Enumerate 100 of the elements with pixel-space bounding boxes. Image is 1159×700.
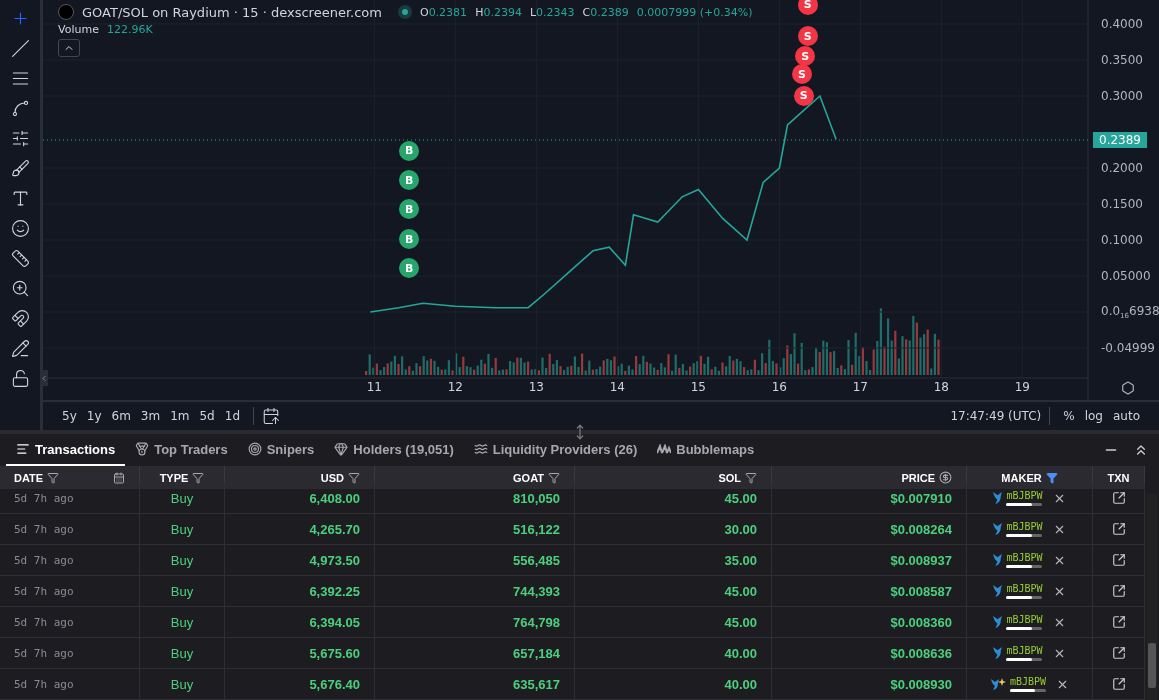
filter-icon[interactable] (745, 471, 757, 484)
maker-address-link[interactable]: mBJBPW (1006, 490, 1043, 501)
price-axis-label: 0.3000 (1101, 88, 1143, 103)
holding-bar (1006, 565, 1043, 568)
trade-marker: S (797, 26, 818, 47)
list-icon (16, 442, 30, 456)
sol-cell: 45.00 (575, 483, 772, 513)
bars-icon (657, 444, 672, 454)
settings-icon[interactable] (1121, 381, 1135, 395)
price-cell: $0.008937 (772, 545, 967, 575)
calendar-icon[interactable] (113, 471, 125, 484)
usd-cell: 6,394.05 (225, 607, 375, 637)
scale-button[interactable]: log (1079, 409, 1108, 423)
volume-label: Volume (58, 23, 99, 36)
price-axis-label: -0.04999 (1101, 340, 1155, 355)
range-button[interactable]: 5d (194, 409, 220, 423)
filter-icon[interactable] (348, 471, 360, 484)
trade-marker: S (792, 64, 813, 85)
column-label: PRICE (901, 471, 935, 484)
panel-tab[interactable]: Top Traders (125, 434, 238, 466)
trade-marker: S (795, 46, 816, 67)
column-label: USD (320, 471, 344, 484)
price-axis-label: 0.4000 (1101, 16, 1143, 31)
time-axis-label: 12 (447, 380, 463, 394)
panel-tab[interactable]: Liquidity Providers (26) (463, 434, 648, 466)
column-label: TYPE (159, 471, 189, 484)
open-transaction-icon[interactable] (1111, 646, 1126, 660)
filter-icon[interactable] (47, 471, 60, 484)
type-cell: Buy (140, 607, 225, 637)
medal-icon (135, 442, 150, 456)
type-cell: Buy (140, 576, 225, 606)
usd-cell: 5,676.40 (225, 669, 375, 699)
filter-icon[interactable] (548, 471, 560, 484)
open-transaction-icon[interactable] (1111, 553, 1126, 567)
range-button[interactable]: 6m (106, 409, 136, 423)
chart-title: GOAT/SOL on Raydium · 15 · dexscreener.com (82, 4, 382, 20)
gem-icon (334, 442, 349, 456)
scale-button[interactable]: auto (1108, 409, 1145, 423)
holding-bar (1009, 689, 1046, 692)
collapse-legend-button[interactable] (58, 39, 80, 57)
target-icon (247, 442, 262, 456)
open-transaction-icon[interactable] (1111, 491, 1126, 505)
sol-cell: 45.00 (575, 607, 772, 637)
time-axis-label: 16 (771, 380, 787, 394)
filter-icon[interactable] (1045, 471, 1058, 484)
scale-button[interactable]: % (1058, 409, 1080, 423)
holding-bar (1006, 596, 1043, 599)
scrollbar[interactable] (1147, 494, 1157, 700)
price-cell: $0.008264 (772, 514, 967, 544)
maker-address-link[interactable]: mBJBPW (1006, 645, 1043, 656)
column-label: TXN (1107, 471, 1130, 484)
holding-bar (1006, 627, 1043, 630)
dollar-toggle-icon[interactable] (939, 471, 952, 484)
panel-tab[interactable]: Holders (19,051) (324, 434, 464, 466)
maker-address-link[interactable]: mBJBPW (1006, 614, 1043, 625)
usd-cell: 6,408.00 (225, 483, 375, 513)
maker-address-link[interactable]: mBJBPW (1006, 552, 1043, 563)
last-price-tag: 0.2389 (1093, 131, 1147, 148)
amount-cell: 810,050 (375, 483, 575, 513)
date-cell: 5d 7h ago (0, 483, 140, 513)
amount-cell: 556,485 (375, 545, 575, 575)
date-cell: 5d 7h ago (0, 638, 140, 668)
range-button[interactable]: 5y (57, 409, 82, 423)
range-button[interactable]: 1y (81, 409, 107, 423)
usd-cell: 6,392.25 (225, 576, 375, 606)
price-cell: $0.008636 (772, 638, 967, 668)
open-transaction-icon[interactable] (1111, 584, 1126, 598)
range-button[interactable]: 1d (219, 409, 245, 423)
maker-address-link[interactable]: mBJBPW (1006, 521, 1043, 532)
range-button[interactable]: 1m (165, 409, 195, 423)
price-cell: $0.008930 (772, 669, 967, 699)
go-to-date-icon[interactable] (262, 407, 280, 425)
usd-cell: 4,265.70 (225, 514, 375, 544)
price-change: 0.0007999 (+0.34%) (636, 5, 753, 19)
panel-tab[interactable]: Snipers (237, 434, 325, 466)
range-button[interactable]: 3m (135, 409, 166, 423)
sol-cell: 30.00 (575, 514, 772, 544)
price-axis-label: 0.1000 (1101, 232, 1143, 247)
date-cell: 5d 7h ago (0, 545, 140, 575)
ohlc-value: H0.2394 (475, 5, 522, 19)
date-cell: 5d 7h ago (0, 669, 140, 699)
price-axis-label: 0.1500 (1101, 196, 1143, 211)
maker-address-link[interactable]: mBJBPW (1006, 583, 1043, 594)
holding-bar (1006, 503, 1043, 506)
maker-address-link[interactable]: mBJBPW (1009, 676, 1047, 687)
open-transaction-icon[interactable] (1111, 615, 1126, 629)
amount-cell: 764,798 (375, 607, 575, 637)
usd-cell: 5,675.60 (225, 638, 375, 668)
token-logo-icon (58, 4, 74, 20)
open-transaction-icon[interactable] (1111, 677, 1126, 691)
trade-marker: S (797, 0, 818, 15)
filter-icon[interactable] (192, 471, 205, 484)
date-cell: 5d 7h ago (0, 576, 140, 606)
open-transaction-icon[interactable] (1111, 522, 1126, 536)
panel-tab[interactable]: Bubblemaps (647, 434, 765, 466)
price-axis-label: 0.2000 (1101, 160, 1143, 175)
sol-cell: 40.00 (575, 669, 772, 699)
price-cell: $0.007910 (772, 483, 967, 513)
time-axis-label: 19 (1014, 380, 1030, 394)
amount-cell: 635,617 (375, 669, 575, 699)
